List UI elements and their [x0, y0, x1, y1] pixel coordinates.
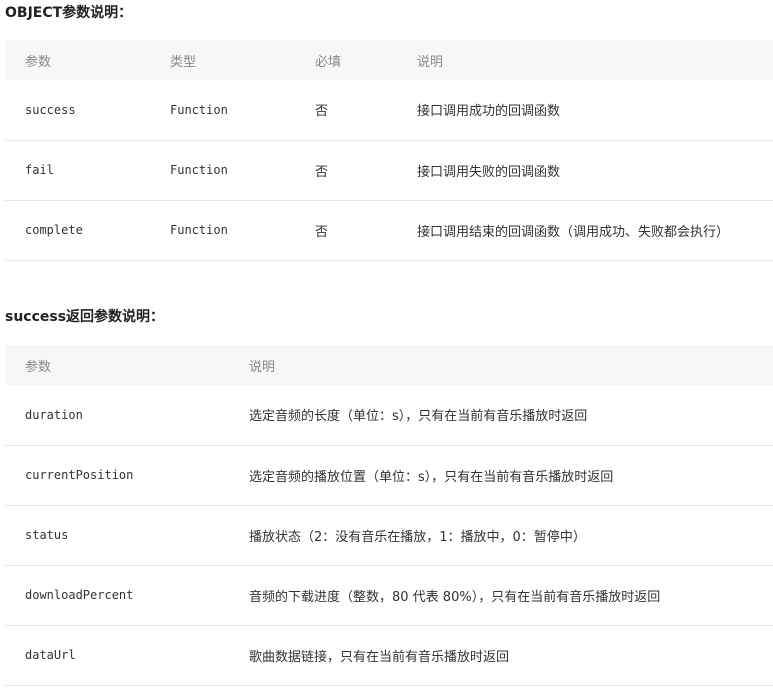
success-return-params-table: 参数 说明 duration 选定音频的长度（单位：s），只有在当前有音乐播放时… — [5, 345, 773, 686]
param-required: 否 — [315, 164, 329, 180]
param-type: Function — [170, 163, 228, 177]
column-header-param: 参数 — [25, 54, 52, 70]
param-description: 接口调用成功的回调函数 — [417, 104, 561, 120]
table-row: currentPosition 选定音频的播放位置（单位：s），只有在当前有音乐… — [5, 445, 773, 505]
column-header-required: 必填 — [315, 54, 342, 70]
param-name: duration — [25, 407, 83, 422]
table-row: complete Function 否 接口调用结束的回调函数（调用成功、失败都… — [5, 200, 773, 260]
param-type: Function — [170, 102, 228, 117]
param-name: downloadPercent — [25, 588, 134, 602]
column-header-param: 参数 — [25, 359, 52, 375]
table-header-row: 参数 说明 — [5, 345, 773, 385]
table-row: downloadPercent 音频的下载进度（整数，80 代表 80%），只有… — [5, 565, 773, 625]
param-name: success — [25, 102, 76, 117]
param-description: 音频的下载进度（整数，80 代表 80%），只有在当前有音乐播放时返回 — [249, 589, 661, 605]
param-description: 选定音频的长度（单位：s），只有在当前有音乐播放时返回 — [249, 409, 588, 425]
object-params-table: 参数 类型 必填 说明 success Function 否 接口调用成功的回调… — [5, 40, 773, 261]
param-name: fail — [25, 163, 54, 177]
object-params-title: OBJECT参数说明： — [5, 5, 133, 21]
param-description: 歌曲数据链接，只有在当前有音乐播放时返回 — [249, 649, 510, 665]
table-row: status 播放状态（2：没有音乐在播放，1：播放中，0：暂停中） — [5, 505, 773, 565]
table-row: fail Function 否 接口调用失败的回调函数 — [5, 140, 773, 200]
param-name: dataUrl — [25, 648, 76, 662]
param-description: 选定音频的播放位置（单位：s），只有在当前有音乐播放时返回 — [249, 469, 614, 485]
param-required: 否 — [315, 224, 329, 240]
table-row: duration 选定音频的长度（单位：s），只有在当前有音乐播放时返回 — [5, 385, 773, 445]
table-row: success Function 否 接口调用成功的回调函数 — [5, 80, 773, 140]
param-type: Function — [170, 223, 228, 237]
param-description: 接口调用失败的回调函数 — [417, 164, 561, 180]
column-header-description: 说明 — [417, 54, 444, 70]
success-return-params-title: success返回参数说明： — [5, 309, 165, 325]
param-name: status — [25, 528, 69, 542]
param-required: 否 — [315, 104, 329, 120]
column-header-type: 类型 — [170, 54, 197, 70]
param-description: 播放状态（2：没有音乐在播放，1：播放中，0：暂停中） — [249, 529, 586, 545]
table-header-row: 参数 类型 必填 说明 — [5, 40, 773, 80]
table-row: dataUrl 歌曲数据链接，只有在当前有音乐播放时返回 — [5, 625, 773, 685]
column-header-description: 说明 — [249, 359, 276, 375]
param-name: complete — [25, 223, 83, 237]
param-description: 接口调用结束的回调函数（调用成功、失败都会执行） — [417, 224, 730, 240]
param-name: currentPosition — [25, 468, 134, 482]
